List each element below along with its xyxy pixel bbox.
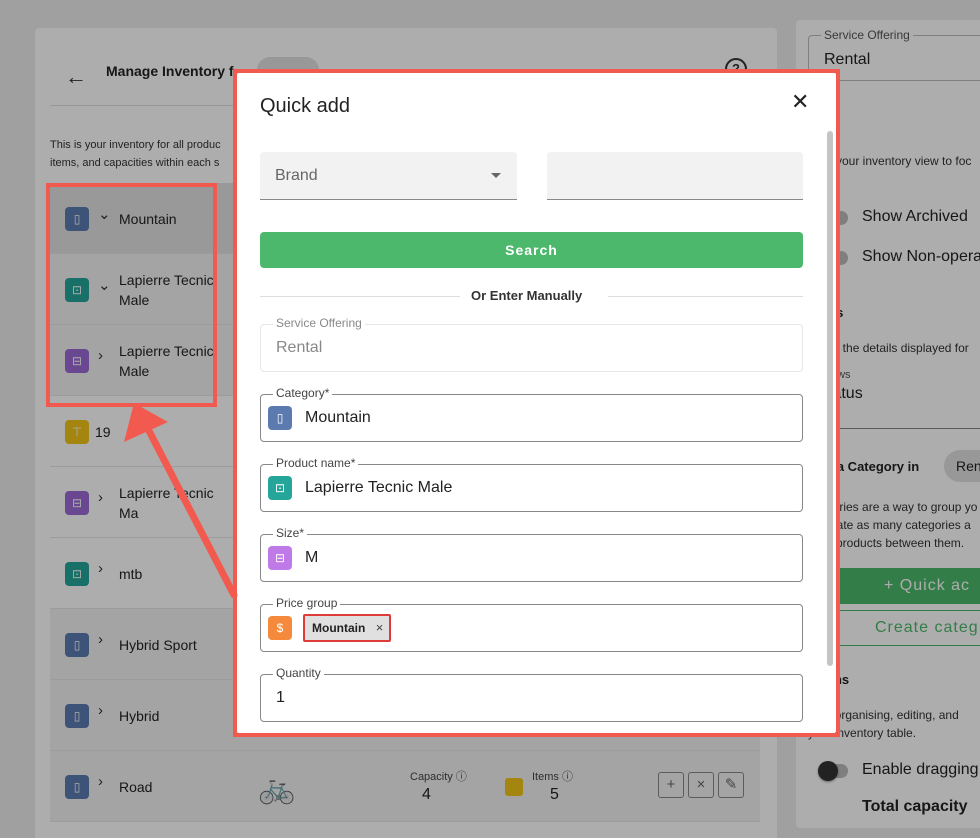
- divider-right: [608, 296, 803, 297]
- price-group-field[interactable]: Price group $ Mountain ×: [260, 596, 803, 652]
- field-value: M: [305, 549, 319, 566]
- price-icon: $: [268, 616, 292, 640]
- quick-add-dialog: Quick add ✕ Brand Search Or Enter Manual…: [237, 73, 836, 733]
- scrollbar[interactable]: [827, 131, 833, 666]
- size-field[interactable]: Size* ⊟ M: [260, 526, 803, 582]
- field-value: 1: [276, 689, 285, 706]
- field-label: Size*: [273, 526, 308, 540]
- divider-left: [260, 296, 460, 297]
- chip-label: Mountain: [312, 621, 366, 635]
- quantity-field[interactable]: Quantity 1: [260, 666, 803, 722]
- service-offering-field: Service Offering Rental: [260, 316, 803, 372]
- brand-label: Brand: [275, 167, 318, 184]
- chip-remove-icon[interactable]: ×: [376, 616, 384, 640]
- brand-search-input[interactable]: [547, 152, 803, 200]
- search-button[interactable]: Search: [260, 232, 803, 268]
- field-label: Price group: [273, 596, 341, 610]
- field-value: Rental: [276, 339, 323, 356]
- field-value: Mountain: [305, 409, 371, 426]
- category-icon: ▯: [268, 406, 292, 430]
- divider-text: Or Enter Manually: [471, 288, 583, 303]
- category-field[interactable]: Category* ▯ Mountain: [260, 386, 803, 442]
- field-label: Product name*: [273, 456, 359, 470]
- field-label: Service Offering: [273, 316, 365, 330]
- close-icon[interactable]: ✕: [791, 91, 809, 113]
- field-label: Category*: [273, 386, 333, 400]
- size-icon: ⊟: [268, 546, 292, 570]
- dialog-title: Quick add: [260, 95, 351, 117]
- field-value: Lapierre Tecnic Male: [305, 479, 453, 496]
- brand-select[interactable]: Brand: [260, 152, 517, 200]
- product-icon: ⊡: [268, 476, 292, 500]
- price-group-chip[interactable]: Mountain ×: [303, 614, 392, 642]
- product-name-field[interactable]: Product name* ⊡ Lapierre Tecnic Male: [260, 456, 803, 512]
- caret-down-icon: [491, 173, 501, 178]
- field-label: Quantity: [273, 666, 324, 680]
